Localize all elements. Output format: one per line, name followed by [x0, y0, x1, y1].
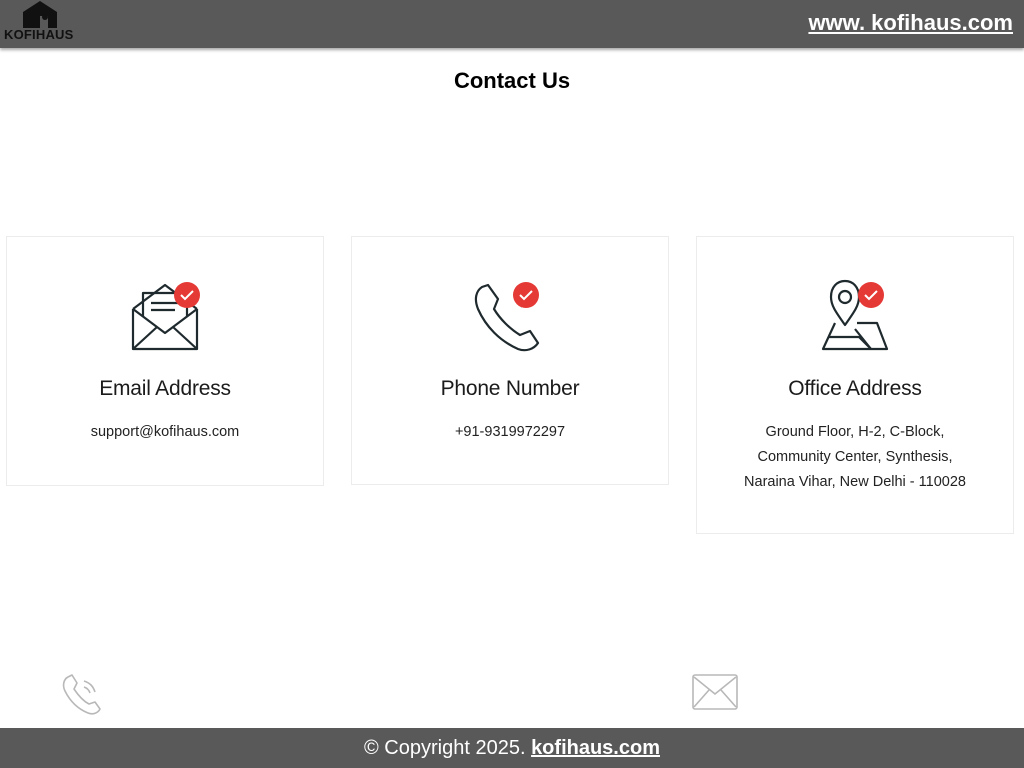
office-address: Ground Floor, H-2, C-Block, Community Ce… — [697, 420, 1013, 495]
site-link[interactable]: www. kofihaus.com — [808, 10, 1013, 36]
address-line: Ground Floor, H-2, C-Block, — [765, 424, 945, 440]
house-logo-icon — [23, 1, 57, 28]
email-card: Email Address support@kofihaus.com — [6, 236, 324, 486]
kofihaus-logo[interactable]: KOFIHAUS — [2, 0, 78, 44]
logo-text: KOFIHAUS — [4, 27, 74, 42]
office-card-title: Office Address — [788, 377, 922, 400]
footer: © Copyright 2025. kofihaus.com — [0, 728, 1024, 768]
map-pin-check-icon — [697, 279, 1013, 353]
phone-value: +91-9319972297 — [352, 420, 668, 445]
mail-icon[interactable] — [692, 674, 738, 715]
email-line[interactable]: support@kofihaus.com — [7, 420, 323, 445]
office-card: Office Address Ground Floor, H-2, C-Bloc… — [696, 236, 1014, 534]
phone-check-icon — [352, 279, 668, 353]
phone-line[interactable]: +91-9319972297 — [352, 420, 668, 445]
address-line: Community Center, Synthesis, — [757, 449, 953, 465]
footer-link[interactable]: kofihaus.com — [531, 737, 660, 759]
envelope-check-icon — [7, 279, 323, 353]
page-title: Contact Us — [453, 68, 571, 93]
address-line: Naraina Vihar, New Delhi - 110028 — [744, 474, 966, 490]
phone-icon[interactable] — [60, 673, 104, 722]
copyright-text: © Copyright 2025. — [364, 737, 532, 759]
email-value: support@kofihaus.com — [7, 420, 323, 445]
top-bar: KOFIHAUS www. kofihaus.com — [0, 0, 1024, 48]
email-card-title: Email Address — [99, 377, 231, 400]
phone-card: Phone Number +91-9319972297 — [351, 236, 669, 485]
phone-card-title: Phone Number — [440, 377, 580, 400]
